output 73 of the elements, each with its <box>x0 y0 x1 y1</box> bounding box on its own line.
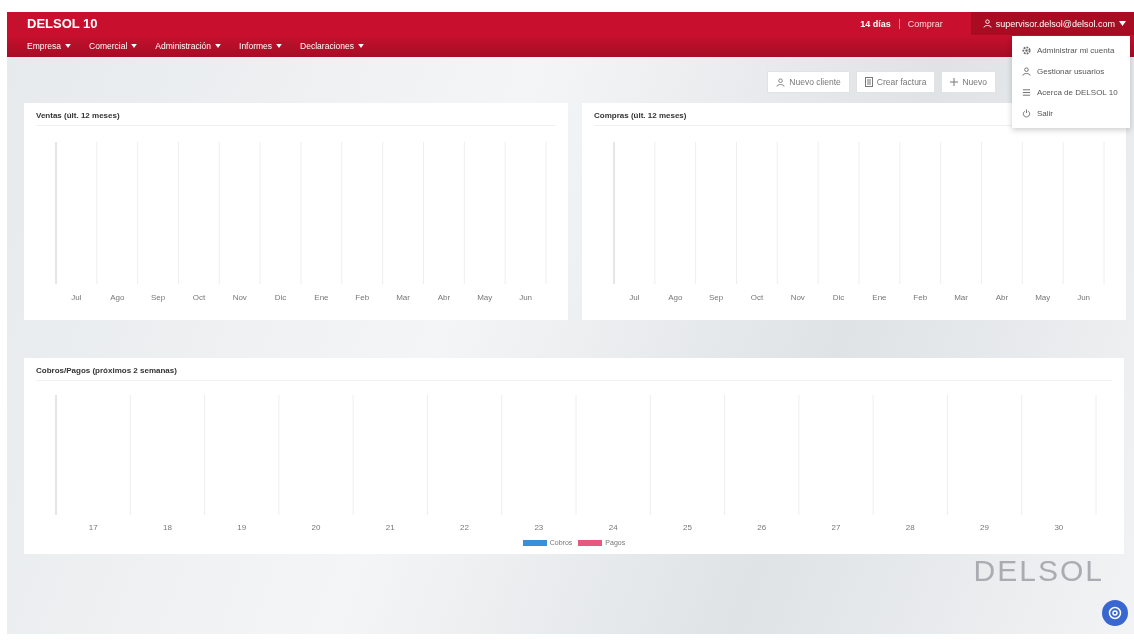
caret-icon <box>358 44 364 48</box>
axis-label: 26 <box>757 523 767 532</box>
axis-label: Jul <box>629 293 640 302</box>
brand-logo: DELSOL <box>973 554 1104 588</box>
axis-label: 20 <box>311 523 321 532</box>
plus-icon <box>950 78 959 86</box>
axis-label: Sep <box>150 293 166 302</box>
buy-link[interactable]: Comprar <box>907 18 943 29</box>
user-icon <box>776 77 786 87</box>
chart-title: Cobros/Pagos (próximos 2 semanas) <box>36 366 1112 381</box>
axis-label: Oct <box>192 293 206 302</box>
dropdown-item[interactable]: Gestionar usuarios <box>1012 61 1130 82</box>
menu-item[interactable]: Declaraciones <box>300 41 364 51</box>
menu-item[interactable]: Comercial <box>89 41 138 51</box>
power-icon <box>1022 109 1031 118</box>
axis-label: Jul <box>71 293 82 302</box>
axis-label: 25 <box>683 523 692 532</box>
axis-label: Jun <box>1077 293 1091 302</box>
dropdown-item[interactable]: Salir <box>1012 103 1130 124</box>
axis-label: 27 <box>831 523 841 532</box>
chart-title: Ventas (últ. 12 meses) <box>36 111 556 126</box>
axis-label: Sep <box>708 293 724 302</box>
axis-label: 17 <box>88 523 98 532</box>
axis-label: Nov <box>232 293 247 302</box>
help-button[interactable] <box>1102 600 1128 626</box>
axis-label: 19 <box>237 523 247 532</box>
axis-label: Ago <box>110 293 125 302</box>
toolbar-button[interactable]: Crear factura <box>855 71 936 93</box>
axis-label: Abr <box>995 293 1009 302</box>
axis-label: Oct <box>750 293 764 302</box>
document-icon <box>864 77 873 87</box>
user-icon <box>1022 67 1031 76</box>
gear-icon <box>1022 46 1031 55</box>
axis-label: Dic <box>832 293 845 302</box>
axis-label: Feb <box>355 293 370 302</box>
caret-icon <box>215 44 222 48</box>
axis-label: Dic <box>274 293 287 302</box>
axis-label: May <box>1035 293 1051 302</box>
axis-label: May <box>477 293 493 302</box>
axis-label: Ago <box>668 293 683 302</box>
toolbar-button[interactable]: Nuevo <box>941 71 996 93</box>
axis-label: 29 <box>980 523 989 532</box>
caret-icon <box>131 44 138 48</box>
axis-label: 28 <box>905 523 915 532</box>
axis-label: Jun <box>519 293 533 302</box>
axis-label: Ene <box>314 293 329 302</box>
menu-item[interactable]: Empresa <box>27 41 71 51</box>
trial-days: 14 días <box>860 18 891 29</box>
axis-label: 18 <box>163 523 172 532</box>
list-icon <box>1022 88 1031 97</box>
axis-label: Abr <box>437 293 451 302</box>
axis-label: Feb <box>913 293 928 302</box>
menu-item[interactable]: Administración <box>155 41 222 51</box>
axis-label: Mar <box>954 293 968 302</box>
axis-label: Ene <box>872 293 887 302</box>
toolbar-button[interactable]: Nuevo cliente <box>767 71 850 93</box>
user-menu-button[interactable]: supervisor.delsol@delsol.com <box>970 12 1134 35</box>
user-icon <box>982 19 992 28</box>
dropdown-item[interactable]: Administrar mi cuenta <box>1012 40 1130 61</box>
dropdown-item[interactable]: Acerca de DELSOL 10 <box>1012 82 1130 103</box>
app-title: DELSOL 10 <box>27 16 98 31</box>
caret-icon <box>1119 21 1126 26</box>
caret-icon <box>276 44 283 48</box>
axis-label: Mar <box>396 293 410 302</box>
axis-label: 30 <box>1054 523 1064 532</box>
axis-label: 23 <box>534 523 544 532</box>
menu-item[interactable]: Informes <box>239 41 283 51</box>
caret-icon <box>65 44 71 48</box>
axis-label: 22 <box>460 523 469 532</box>
axis-label: 21 <box>385 523 395 532</box>
axis-label: Nov <box>790 293 805 302</box>
axis-label: 24 <box>608 523 618 532</box>
help-icon <box>1108 606 1122 620</box>
